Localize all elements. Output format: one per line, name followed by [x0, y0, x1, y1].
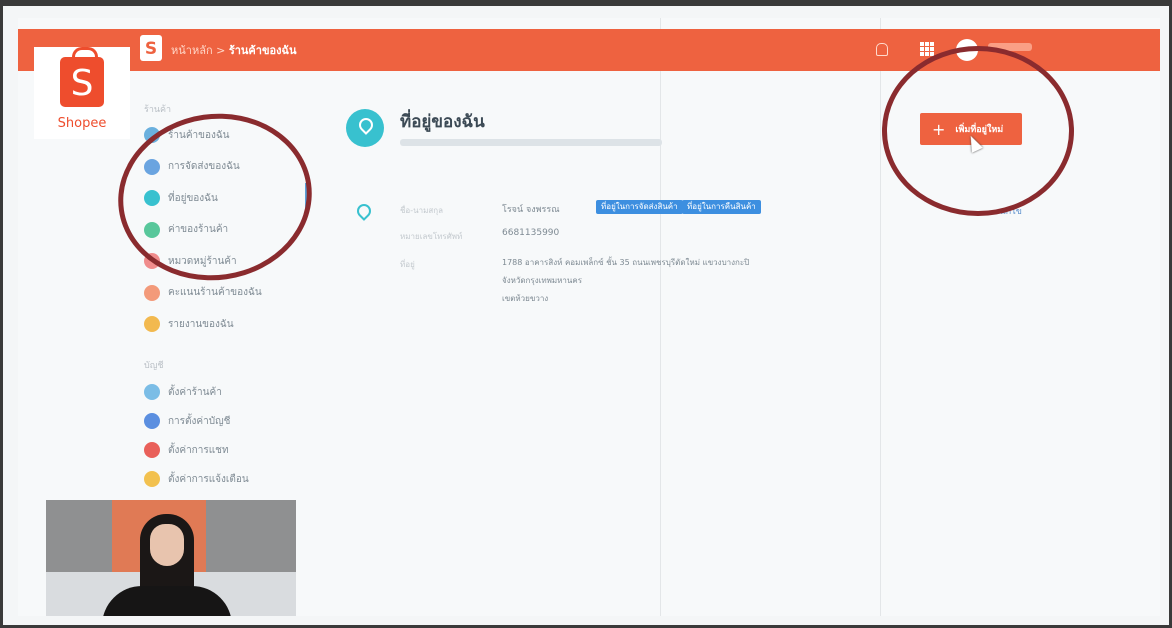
panel-divider [880, 18, 881, 616]
page-title: ที่อยู่ของฉัน [400, 112, 485, 132]
sidebar-item[interactable]: หมวดหมู่ร้านค้า [144, 252, 237, 270]
browser-screen: S หน้าหลัก > ร้านค้าของฉัน S Shopee ร้าน… [18, 18, 1160, 616]
username-text[interactable] [988, 43, 1032, 51]
sidebar-item-icon [144, 253, 160, 269]
default-shipping-tag: ที่อยู่ในการจัดส่งสินค้า [596, 200, 683, 214]
sidebar-item-label: ตั้งค่าการแจ้งเตือน [168, 473, 249, 485]
sidebar-item-icon [144, 442, 160, 458]
address-label: ที่อยู่ [400, 260, 415, 269]
name-value: โรจน์ จงพรรณ [502, 205, 560, 215]
phone-value: 6681135990 [502, 228, 560, 238]
location-pin-icon [346, 109, 384, 147]
sidebar-group-label: บัญชี [144, 361, 164, 371]
name-label: ชื่อ-นามสกุล [400, 206, 443, 215]
sidebar-item-icon [144, 284, 160, 301]
sidebar-item[interactable]: การจัดส่งของฉัน [144, 158, 240, 176]
default-return-tag: ที่อยู่ในการคืนสินค้า [682, 200, 761, 214]
sidebar-item-icon [144, 384, 160, 400]
sidebar-item-label: การจัดส่งของฉัน [168, 161, 240, 172]
address-line: จังหวัดกรุงเทพมหานคร [502, 276, 583, 285]
sidebar-item-icon [144, 316, 160, 332]
avatar[interactable] [956, 39, 978, 61]
breadcrumb: หน้าหลัก > ร้านค้าของฉัน [171, 41, 296, 59]
sidebar-item-icon [144, 413, 160, 429]
sidebar-item[interactable]: ตั้งค่าการแจ้งเตือน [144, 470, 249, 488]
sidebar-item-label: ค่าของร้านค้า [168, 224, 229, 235]
plus-icon: + [932, 119, 946, 139]
page-subtitle [400, 139, 662, 146]
breadcrumb-home[interactable]: หน้าหลัก > [171, 44, 229, 57]
sidebar-item-label: คะแนนร้านค้าของฉัน [168, 287, 262, 298]
panel-divider [660, 18, 661, 616]
sidebar-item-label: ที่อยู่ของฉัน [168, 192, 218, 204]
address-pin-icon [354, 201, 374, 221]
active-indicator [305, 183, 308, 211]
sidebar-item[interactable]: ตั้งค่าร้านค้า [144, 383, 222, 401]
sidebar-item-label: ร้านค้าของฉัน [168, 129, 230, 141]
sidebar-item[interactable]: ที่อยู่ของฉัน [144, 189, 218, 207]
sidebar-item-icon [144, 221, 160, 238]
sidebar-item-icon [144, 190, 160, 206]
shopee-logo[interactable]: S Shopee [34, 47, 130, 139]
edit-link[interactable]: แก้ไข [1000, 204, 1022, 218]
sidebar-item[interactable]: ร้านค้าของฉัน [144, 126, 230, 144]
sidebar-item[interactable]: ค่าของร้านค้า [144, 221, 228, 239]
top-header: S หน้าหลัก > ร้านค้าของฉัน [18, 29, 1160, 71]
address-line: เขตห้วยขวาง [502, 294, 549, 303]
sidebar-item-label: รายงานของฉัน [168, 318, 234, 330]
breadcrumb-current: ร้านค้าของฉัน [228, 44, 297, 57]
shopee-bag-icon[interactable]: S [140, 35, 162, 61]
webcam-overlay [46, 500, 296, 616]
sidebar-item-icon [144, 158, 160, 175]
apps-grid-icon[interactable] [920, 42, 934, 56]
sidebar-item-label: ตั้งค่าการแชท [168, 444, 229, 456]
add-address-label: เพิ่มที่อยู่ใหม่ [955, 125, 1004, 135]
presenter-video [102, 514, 232, 616]
sidebar-group-label: ร้านค้า [144, 105, 172, 115]
sidebar-item[interactable]: การตั้งค่าบัญชี [144, 412, 230, 430]
bell-icon[interactable] [876, 43, 888, 56]
sidebar-item-label: ตั้งค่าร้านค้า [168, 386, 222, 398]
sidebar-item[interactable]: คะแนนร้านค้าของฉัน [144, 284, 262, 302]
logo-wordmark: Shopee [57, 116, 107, 131]
sidebar-item-icon [144, 471, 160, 487]
phone-label: หมายเลขโทรศัพท์ [400, 232, 463, 241]
sidebar-item-label: การตั้งค่าบัญชี [168, 415, 231, 427]
address-line: 1788 อาคารสิงห์ คอมเพล็กซ์ ชั้น 35 ถนนเพ… [502, 258, 750, 267]
sidebar-item-label: หมวดหมู่ร้านค้า [168, 255, 237, 267]
shopee-bag-icon: S [60, 47, 104, 107]
sidebar-item[interactable]: ตั้งค่าการแชท [144, 441, 229, 459]
sidebar-item-icon [144, 127, 160, 143]
sidebar-item[interactable]: รายงานของฉัน [144, 315, 234, 333]
